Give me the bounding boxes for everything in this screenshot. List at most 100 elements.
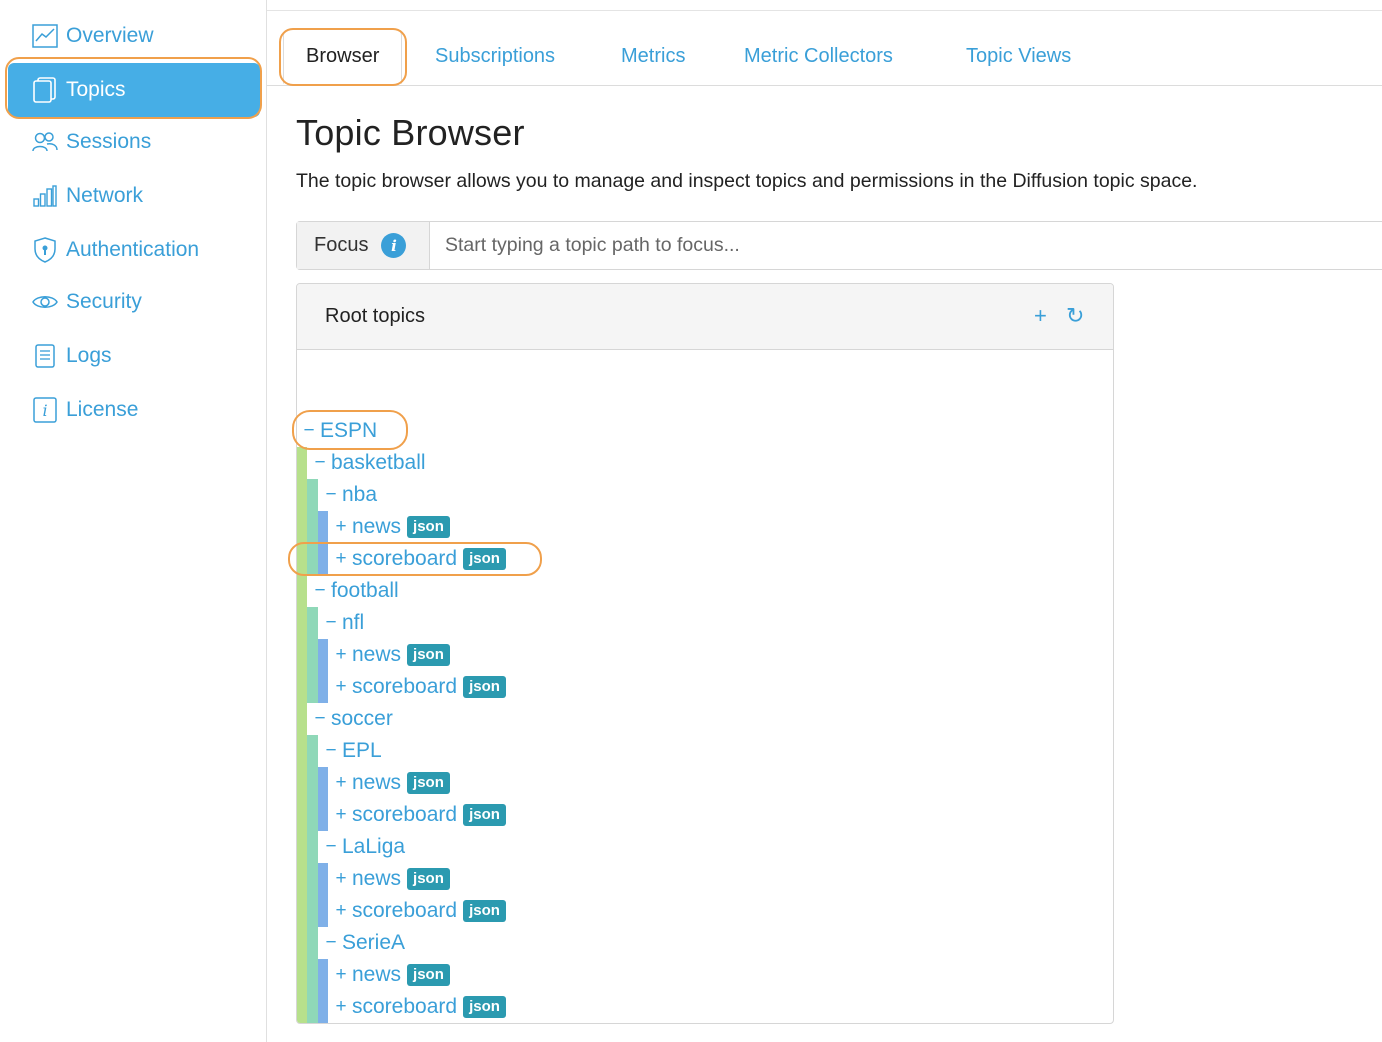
page-description: The topic browser allows you to manage a… — [296, 170, 1198, 192]
expand-icon[interactable]: + — [330, 900, 352, 922]
sidebar-item-network[interactable]: Network — [8, 169, 260, 223]
tab-label: Metric Collectors — [744, 45, 893, 67]
tab-metric-collectors[interactable]: Metric Collectors — [744, 29, 893, 84]
focus-label: Focus i — [297, 222, 430, 269]
sidebar-item-label: Overview — [66, 24, 154, 47]
sidebar-item-authentication[interactable]: Authentication — [8, 223, 260, 277]
json-badge: json — [463, 804, 506, 826]
tree-node-nba[interactable]: − nba — [320, 479, 377, 511]
sidebar-item-label: Security — [66, 290, 142, 313]
expand-icon[interactable]: + — [330, 868, 352, 890]
json-badge: json — [407, 964, 450, 986]
users-icon — [32, 129, 58, 155]
tree-node-label: basketball — [331, 451, 426, 474]
sidebar-item-overview[interactable]: Overview — [8, 9, 260, 63]
add-topic-button[interactable]: + — [1034, 304, 1047, 328]
tree-node-news[interactable]: + news json — [330, 863, 450, 895]
tab-topic-views[interactable]: Topic Views — [966, 29, 1071, 84]
tree-node-label: soccer — [331, 707, 393, 730]
chart-line-icon — [32, 23, 58, 49]
eye-icon — [32, 289, 58, 315]
bar-chart-icon — [32, 183, 58, 209]
sidebar-item-label: Topics — [66, 78, 126, 101]
collapse-icon[interactable]: − — [298, 420, 320, 442]
tree-node-epl[interactable]: − EPL — [320, 735, 382, 767]
tab-browser[interactable]: Browser — [283, 29, 403, 84]
tree-indent-bar — [318, 639, 328, 703]
tree-node-laliga[interactable]: − LaLiga — [320, 831, 405, 863]
sidebar-item-topics[interactable]: Topics — [8, 63, 260, 117]
panel-header: Root topics + ↻ — [297, 284, 1113, 350]
shield-icon — [32, 237, 58, 263]
tree-node-label: news — [352, 963, 402, 986]
sidebar-item-sessions[interactable]: Sessions — [8, 115, 260, 169]
focus-input[interactable] — [430, 222, 1382, 269]
tree-node-news[interactable]: + news json — [330, 639, 450, 671]
tree-node-scoreboard[interactable]: + scoreboard json — [330, 543, 506, 575]
tree-node-soccer[interactable]: − soccer — [309, 703, 393, 735]
expand-icon[interactable]: + — [330, 548, 352, 570]
collapse-icon[interactable]: − — [309, 580, 331, 602]
expand-icon[interactable]: + — [330, 772, 352, 794]
info-icon[interactable]: i — [381, 233, 407, 258]
collapse-icon[interactable]: − — [320, 836, 342, 858]
tree-node-news[interactable]: + news json — [330, 511, 450, 543]
tree-node-label: scoreboard — [352, 547, 458, 570]
json-badge: json — [407, 772, 450, 794]
sidebar-item-logs[interactable]: Logs — [8, 329, 260, 383]
tree-node-label: scoreboard — [352, 995, 458, 1018]
expand-icon[interactable]: + — [330, 804, 352, 826]
sidebar-item-security[interactable]: Security — [8, 275, 260, 329]
document-list-icon — [32, 343, 58, 369]
tree-node-seriea[interactable]: − SerieA — [320, 927, 405, 959]
tab-subscriptions[interactable]: Subscriptions — [435, 29, 555, 84]
tab-metrics[interactable]: Metrics — [621, 29, 685, 84]
expand-icon[interactable]: + — [330, 516, 352, 538]
tree-node-label: scoreboard — [352, 803, 458, 826]
tab-label: Subscriptions — [435, 45, 556, 67]
json-badge: json — [407, 516, 450, 538]
tree-node-label: EPL — [342, 739, 382, 762]
expand-icon[interactable]: + — [330, 644, 352, 666]
collapse-icon[interactable]: − — [309, 708, 331, 730]
tree-node-label: nba — [342, 483, 378, 506]
expand-icon[interactable]: + — [330, 996, 352, 1018]
sidebar-item-license[interactable]: i License — [8, 383, 260, 437]
tree-node-label: LaLiga — [342, 835, 406, 858]
tree-node-label: scoreboard — [352, 899, 458, 922]
tab-label: Topic Views — [966, 45, 1072, 67]
tree-node-scoreboard[interactable]: + scoreboard json — [330, 671, 506, 703]
tree-node-scoreboard[interactable]: + scoreboard json — [330, 991, 506, 1023]
tree-node-news[interactable]: + news json — [330, 767, 450, 799]
refresh-icon[interactable]: ↻ — [1066, 304, 1084, 328]
tree-node-label: scoreboard — [352, 675, 458, 698]
info-square-icon: i — [32, 397, 58, 423]
collapse-icon[interactable]: − — [320, 740, 342, 762]
tree-node-scoreboard[interactable]: + scoreboard json — [330, 799, 506, 831]
tree-node-label: news — [352, 867, 402, 890]
tree-node-label: news — [352, 643, 402, 666]
collapse-icon[interactable]: − — [320, 612, 342, 634]
collapse-icon[interactable]: − — [309, 452, 331, 474]
tab-label: Metrics — [621, 45, 686, 67]
tree-node-nfl[interactable]: − nfl — [320, 607, 364, 639]
tree-indent-bar — [297, 447, 307, 1023]
collapse-icon[interactable]: − — [320, 932, 342, 954]
tree-node-football[interactable]: − football — [309, 575, 399, 607]
tree-node-label: football — [331, 579, 399, 602]
documents-icon — [32, 77, 58, 103]
expand-icon[interactable]: + — [330, 676, 352, 698]
tree-indent-bar — [318, 511, 328, 575]
tree-node-news[interactable]: + news json — [330, 959, 450, 991]
panel-title: Root topics — [325, 305, 426, 327]
json-badge: json — [463, 548, 506, 570]
expand-icon[interactable]: + — [330, 964, 352, 986]
tree-node-label: SerieA — [342, 931, 406, 954]
tree-indent-bar — [307, 607, 318, 703]
collapse-icon[interactable]: − — [320, 484, 342, 506]
tree-node-espn[interactable]: − ESPN — [298, 415, 377, 447]
json-badge: json — [407, 644, 450, 666]
tree-node-scoreboard[interactable]: + scoreboard json — [330, 895, 506, 927]
root-topics-panel: Root topics + ↻ − ESPN − basketball − nba +… — [296, 283, 1114, 1024]
tree-node-basketball[interactable]: − basketball — [309, 447, 426, 479]
